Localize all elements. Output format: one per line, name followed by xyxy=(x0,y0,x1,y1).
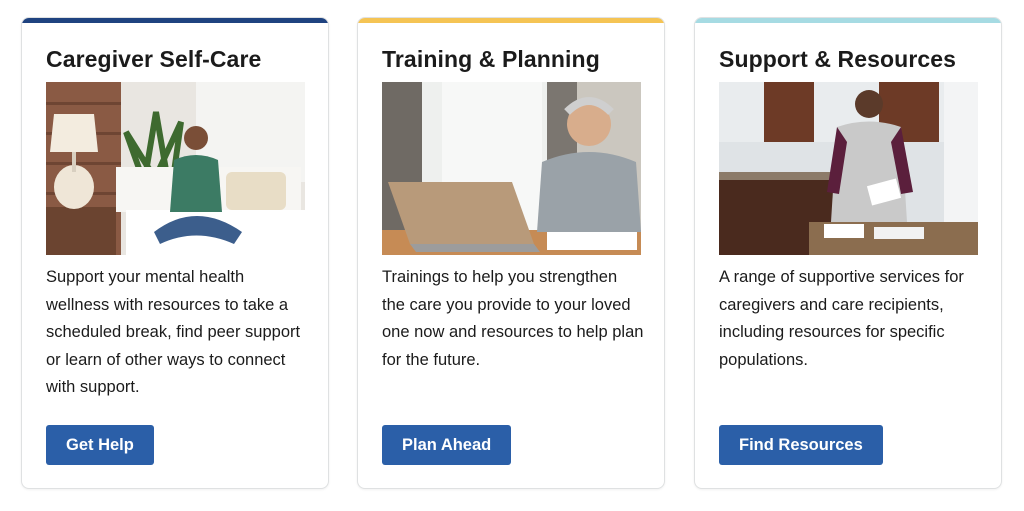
card-description: Support your mental health wellness with… xyxy=(46,268,301,396)
card-title: Caregiver Self-Care xyxy=(46,46,262,72)
get-help-button[interactable]: Get Help xyxy=(46,425,154,465)
card-accent-bar xyxy=(695,18,1001,23)
card-accent-bar xyxy=(22,18,328,23)
card-title: Training & Planning xyxy=(382,46,600,72)
card-accent-bar xyxy=(358,18,664,23)
card-caregiver-self-care: Caregiver Self-Care Support your mental … xyxy=(21,17,329,489)
card-title: Support & Resources xyxy=(719,46,957,72)
card-description: Trainings to help you strengthen the car… xyxy=(382,268,644,369)
card-description: A range of supportive services for careg… xyxy=(719,268,964,369)
find-resources-button[interactable]: Find Resources xyxy=(719,425,883,465)
plan-ahead-button[interactable]: Plan Ahead xyxy=(382,425,512,465)
card-support-resources: Support & Resources A range of supportiv… xyxy=(694,17,1002,489)
woman-meditating-photo xyxy=(46,82,305,255)
card-training-planning: Training & Planning Trainings to help yo… xyxy=(357,17,665,489)
man-on-phone-kitchen-photo xyxy=(719,82,978,255)
man-on-laptop-photo xyxy=(382,82,641,255)
